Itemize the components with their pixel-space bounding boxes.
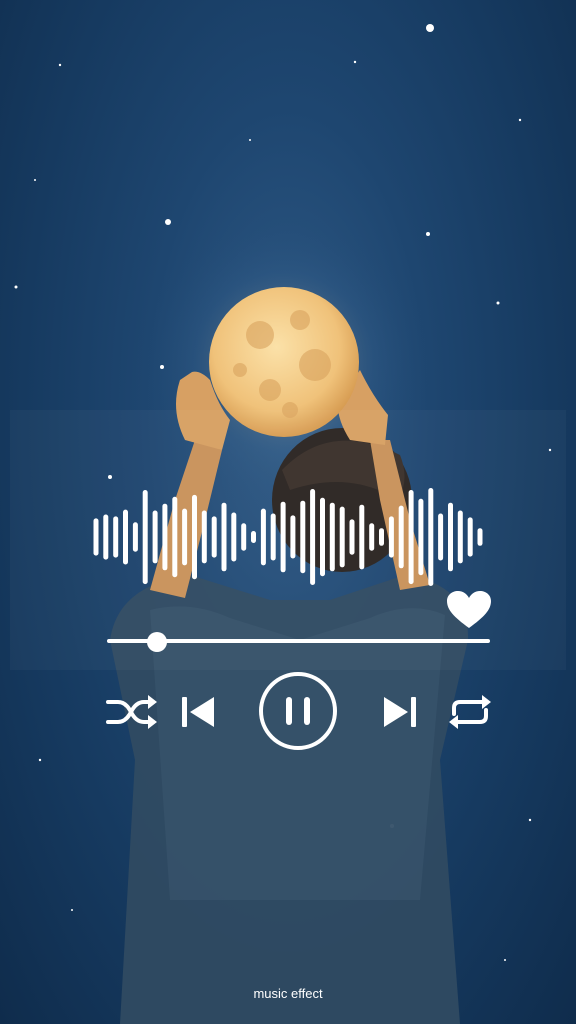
previous-button[interactable] bbox=[178, 692, 218, 732]
player-panel bbox=[10, 410, 566, 670]
like-button[interactable] bbox=[446, 590, 492, 630]
progress-thumb[interactable] bbox=[146, 632, 167, 652]
skip-next-icon bbox=[384, 697, 416, 727]
player-screen: music effect bbox=[0, 0, 576, 1024]
skip-previous-icon bbox=[182, 697, 214, 727]
repeat-icon bbox=[449, 695, 491, 729]
repeat-button[interactable] bbox=[446, 692, 494, 732]
pause-icon bbox=[259, 672, 337, 750]
next-button[interactable] bbox=[380, 692, 420, 732]
caption-text: music effect bbox=[253, 986, 323, 1001]
heart-icon bbox=[447, 591, 491, 628]
shuffle-button[interactable] bbox=[104, 692, 158, 732]
shuffle-icon bbox=[106, 695, 157, 729]
play-pause-button[interactable] bbox=[257, 670, 339, 752]
